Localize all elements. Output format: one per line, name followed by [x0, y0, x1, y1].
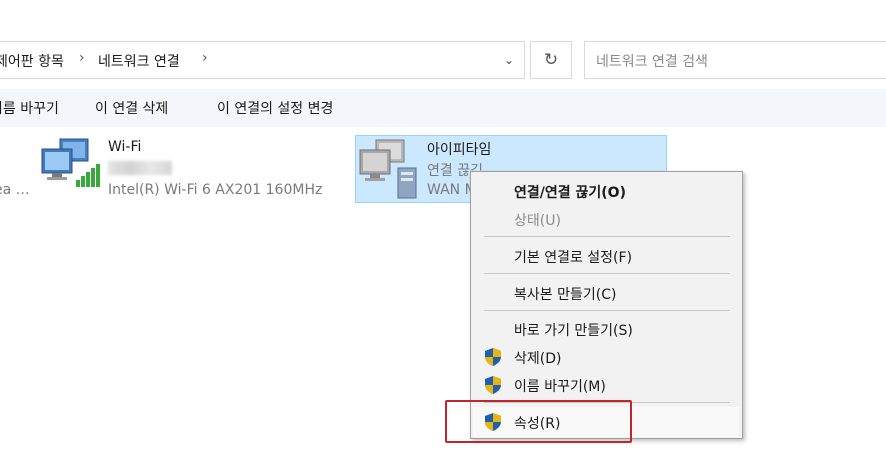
chevron-down-icon[interactable]: ⌄ — [499, 49, 519, 71]
wifi-network-icon — [41, 138, 100, 187]
context-menu: 연결/연결 끊기(O) 상태(U) 기본 연결로 설정(F) 복사본 만들기(C… — [470, 171, 743, 439]
wifi-network-name-blurred — [108, 161, 172, 175]
network-disconnected-icon — [359, 139, 417, 199]
menu-item-set-default[interactable]: 기본 연결로 설정(F) — [514, 247, 632, 267]
breadcrumb-network-connections[interactable]: 네트워크 연결 — [98, 51, 180, 71]
change-settings-command[interactable]: 이 연결의 설정 변경 — [217, 98, 333, 118]
menu-item-delete[interactable]: 삭제(D) — [514, 348, 561, 368]
rename-command[interactable]: 이름 바꾸기 — [0, 98, 59, 118]
menu-item-create-shortcut[interactable]: 바로 가기 만들기(S) — [514, 320, 633, 340]
shield-icon — [485, 348, 501, 366]
address-row: 제어판 항목 › 네트워크 연결 › ⌄ ↻ 네트워크 연결 검색 — [0, 0, 886, 90]
menu-item-status[interactable]: 상태(U) — [514, 210, 561, 230]
shield-icon — [485, 376, 501, 394]
delete-connection-command[interactable]: 이 연결 삭제 — [95, 98, 168, 118]
refresh-button[interactable]: ↻ — [530, 41, 572, 79]
wifi-name: Wi-Fi — [108, 139, 142, 155]
address-bar[interactable]: 제어판 항목 › 네트워크 연결 › ⌄ — [0, 41, 525, 79]
refresh-icon: ↻ — [543, 50, 559, 70]
wan-name: 아이피타임 — [427, 142, 492, 158]
menu-item-connect-disconnect[interactable]: 연결/연결 끊기(O) — [514, 182, 626, 202]
search-input[interactable]: 네트워크 연결 검색 — [584, 41, 886, 79]
wifi-adapter: Intel(R) Wi-Fi 6 AX201 160MHz — [108, 182, 323, 198]
command-bar: 이름 바꾸기 이 연결 삭제 이 연결의 설정 변경 — [0, 89, 886, 127]
breadcrumb-control-panel-items[interactable]: 제어판 항목 — [0, 51, 64, 71]
menu-separator — [484, 273, 730, 274]
menu-item-rename[interactable]: 이름 바꾸기(M) — [514, 376, 606, 396]
menu-item-copy[interactable]: 복사본 만들기(C) — [514, 284, 616, 304]
menu-separator — [484, 236, 730, 237]
breadcrumb-separator-icon[interactable]: › — [202, 50, 208, 66]
highlight-box — [445, 400, 632, 443]
menu-separator — [484, 310, 730, 311]
partial-item-label: ea … — [0, 182, 30, 198]
breadcrumb-separator-icon[interactable]: › — [79, 50, 85, 66]
search-placeholder: 네트워크 연결 검색 — [596, 54, 708, 70]
